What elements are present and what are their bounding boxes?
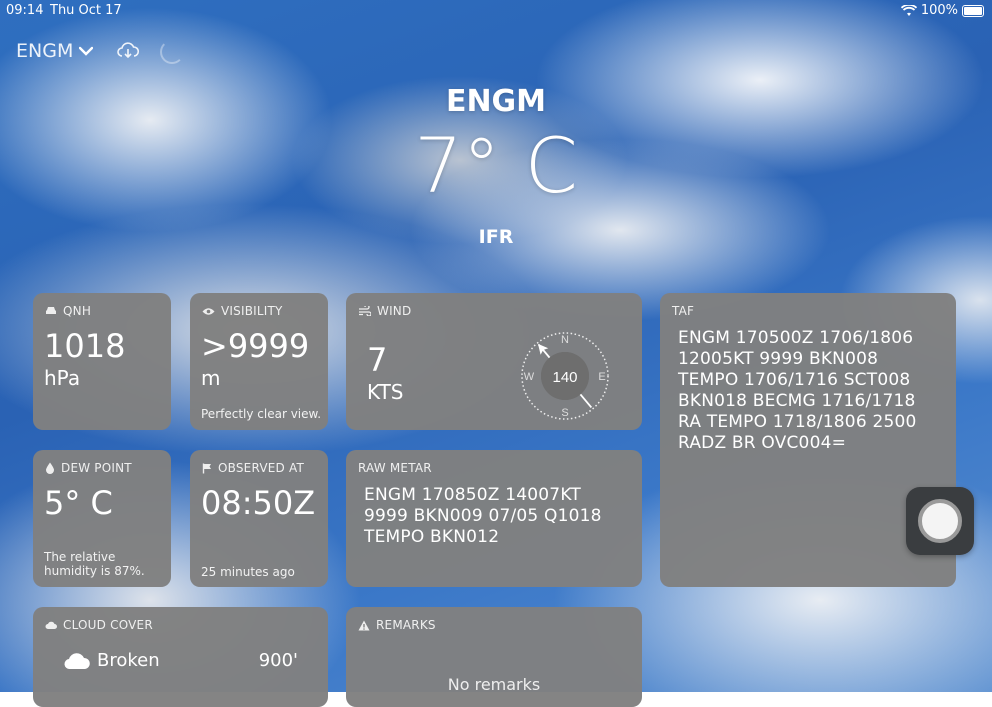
cloud-cover-card: CLOUD COVER Broken 900' xyxy=(33,607,328,707)
assistive-touch-button[interactable] xyxy=(906,487,974,555)
wind-icon xyxy=(359,306,371,316)
remarks-header: REMARKS xyxy=(358,618,436,632)
cloud-download-icon xyxy=(117,42,140,59)
hero-temperature: 7° C xyxy=(414,121,578,210)
battery-icon xyxy=(962,4,984,17)
status-time: 09:14 xyxy=(6,3,44,18)
qnh-header: QNH xyxy=(45,304,91,318)
wind-card: WIND 7 KTS N E S W 140 140 xyxy=(346,293,642,430)
qnh-unit: hPa xyxy=(44,366,81,390)
observed-at-value: 08:50Z xyxy=(201,484,316,522)
visibility-value: >9999 xyxy=(201,327,310,365)
wifi-icon xyxy=(900,4,917,16)
cloud-layer-altitude: 900' xyxy=(258,650,298,671)
raw-metar-text: ENGM 170850Z 14007KT 9999 BKN009 07/05 Q… xyxy=(364,485,602,547)
visibility-unit: m xyxy=(201,366,221,390)
hero-station: ENGM xyxy=(445,84,547,119)
station-selector[interactable]: ENGM xyxy=(16,40,94,62)
wind-unit: KTS xyxy=(367,380,404,404)
qnh-value: 1018 xyxy=(44,327,126,365)
raw-metar-card: RAW METAR ENGM 170850Z 14007KT 9999 BKN0… xyxy=(346,450,642,587)
status-date: Thu Oct 17 xyxy=(50,3,122,18)
visibility-card: VISIBILITY >9999 m Perfectly clear view. xyxy=(190,293,328,430)
dew-point-card: DEW POINT 5° C The relative humidity is … xyxy=(33,450,171,587)
wind-direction-label: 140 xyxy=(552,369,577,386)
status-bar: 09:14 Thu Oct 17 100% xyxy=(0,0,992,22)
dew-point-header: DEW POINT xyxy=(45,461,132,475)
wind-header: WIND xyxy=(358,304,411,318)
car-icon xyxy=(46,307,56,314)
chevron-down-icon xyxy=(79,46,94,56)
warning-icon xyxy=(358,620,370,630)
eye-icon xyxy=(202,307,215,315)
visibility-note: Perfectly clear view. xyxy=(201,407,322,421)
dew-point-title: DEW POINT xyxy=(61,461,132,475)
observed-at-header: OBSERVED AT xyxy=(202,461,304,475)
compass-north: N xyxy=(561,334,569,346)
visibility-title: VISIBILITY xyxy=(221,304,283,318)
station-selector-label: ENGM xyxy=(16,40,74,62)
raw-metar-header: RAW METAR xyxy=(358,461,432,475)
remarks-title: REMARKS xyxy=(376,618,436,632)
cloud-layer-row: Broken 900' xyxy=(63,650,298,671)
cloud-cover-header: CLOUD COVER xyxy=(45,618,153,632)
flight-category: IFR xyxy=(478,226,514,248)
cloud-layer-label: Broken xyxy=(97,650,160,671)
flag-icon xyxy=(202,463,211,473)
observed-at-card: OBSERVED AT 08:50Z 25 minutes ago xyxy=(190,450,328,587)
observed-ago: 25 minutes ago xyxy=(201,565,295,579)
visibility-header: VISIBILITY xyxy=(202,304,283,318)
humidity-note: The relative humidity is 87%. xyxy=(44,550,145,579)
taf-header: TAF xyxy=(672,304,694,318)
taf-text: ENGM 170500Z 1706/1806 12005KT 9999 BKN0… xyxy=(678,328,917,453)
cloud-icon xyxy=(64,652,90,669)
taf-title: TAF xyxy=(672,304,695,318)
droplet-icon xyxy=(46,462,54,474)
compass-east: E xyxy=(598,371,605,383)
qnh-title: QNH xyxy=(63,304,92,318)
cloud-icon xyxy=(45,621,57,629)
compass-south: S xyxy=(561,407,568,419)
wind-compass: N E S W 140 140 xyxy=(521,332,609,420)
remarks-card: REMARKS No remarks xyxy=(346,607,642,707)
loading-spinner-icon xyxy=(160,40,184,64)
dew-point-value: 5° C xyxy=(44,484,113,522)
qnh-card: QNH 1018 hPa xyxy=(33,293,171,430)
cloud-download-button[interactable] xyxy=(116,40,140,64)
raw-metar-title: RAW METAR xyxy=(358,461,432,475)
cloud-cover-title: CLOUD COVER xyxy=(63,618,153,632)
compass-west: W xyxy=(524,371,535,383)
wind-speed: 7 xyxy=(367,341,388,379)
wind-title: WIND xyxy=(377,304,412,318)
observed-at-title: OBSERVED AT xyxy=(218,461,305,475)
remarks-text: No remarks xyxy=(447,675,541,694)
battery-percent: 100% xyxy=(920,3,958,18)
status-right: 100% xyxy=(900,3,984,18)
